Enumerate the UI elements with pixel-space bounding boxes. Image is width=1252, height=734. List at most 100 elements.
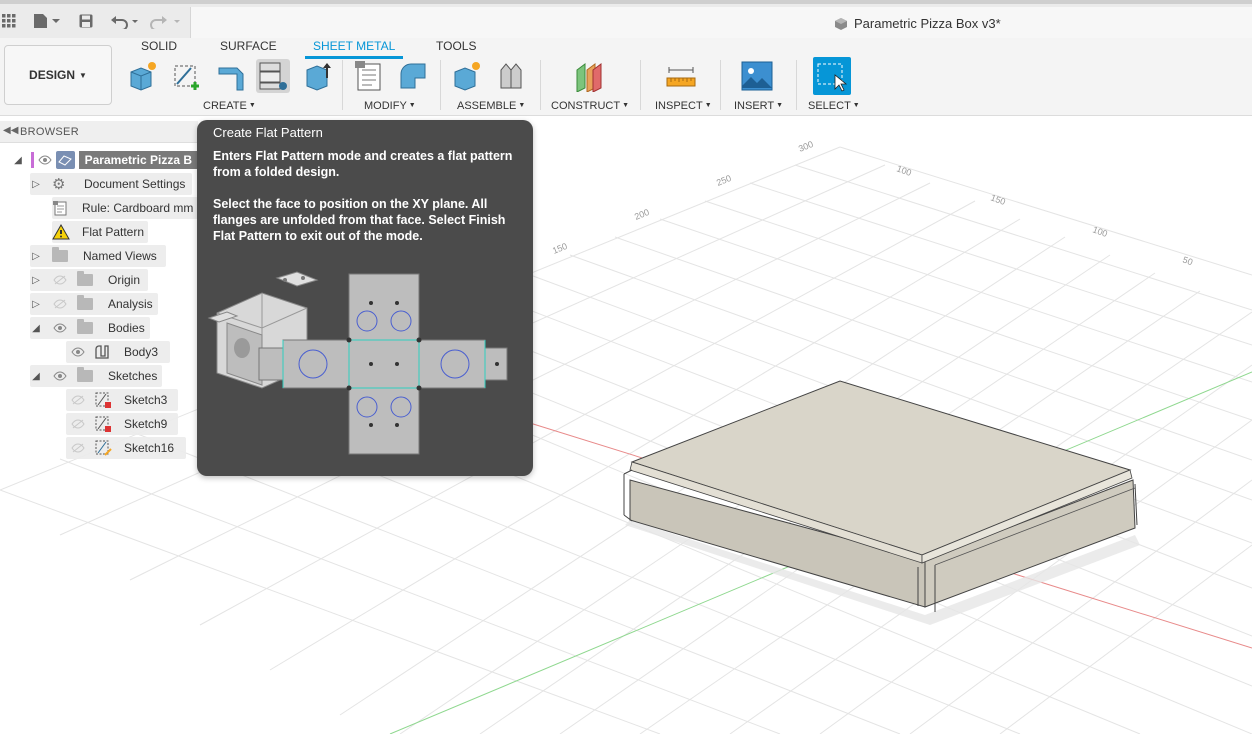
grid-label: 100 [895, 163, 913, 178]
eye-hidden-icon[interactable] [70, 442, 86, 454]
node-label: Body3 [124, 345, 159, 359]
sketch-locked-icon [94, 415, 112, 433]
toolbar-separator [540, 60, 541, 110]
unfold-tool[interactable] [396, 59, 430, 93]
insert-canvas-tool[interactable] [740, 59, 774, 93]
browser-node-sketches[interactable]: ◢ Sketches [30, 365, 162, 387]
sheet-metal-rules-tool[interactable] [352, 59, 386, 93]
measure-tool[interactable] [664, 59, 698, 93]
pizza-box-model[interactable] [623, 380, 1140, 625]
create-group-label[interactable]: CREATE ▼ [203, 100, 256, 112]
sheet-metal-rule-icon [52, 200, 70, 216]
expand-arrow-icon[interactable]: ▷ [30, 178, 42, 190]
inspect-group-label[interactable]: INSPECT ▼ [655, 100, 712, 112]
warning-icon [52, 224, 70, 240]
root-node-label: Parametric Pizza B [78, 151, 199, 169]
new-component-assemble-tool[interactable] [450, 59, 484, 93]
joint-tool[interactable] [494, 59, 528, 93]
flange-icon [218, 67, 244, 91]
eye-hidden-icon[interactable] [70, 394, 86, 406]
node-label: Analysis [108, 297, 153, 311]
eye-icon[interactable] [70, 346, 86, 358]
unfold-icon [400, 63, 426, 89]
browser-title: BROWSER [20, 126, 79, 138]
file-menu-icon[interactable] [32, 10, 62, 32]
redo-icon[interactable] [150, 10, 182, 32]
folder-icon [77, 295, 93, 310]
folder-icon [77, 367, 93, 382]
browser-root-node[interactable]: ◢ Parametric Pizza B [12, 149, 199, 171]
assemble-group-label[interactable]: ASSEMBLE ▼ [457, 100, 525, 112]
browser-node-bodies[interactable]: ◢ Bodies [30, 317, 150, 339]
sketch-locked-icon [94, 391, 112, 409]
sketch-edit-icon [94, 439, 112, 457]
node-label: Sketch3 [124, 393, 168, 407]
select-window-icon [817, 63, 848, 92]
create-sketch-tool[interactable] [170, 59, 204, 93]
node-label: Flat Pattern [82, 225, 145, 239]
eye-icon[interactable] [38, 154, 52, 166]
browser-node-origin[interactable]: ▷ Origin [30, 269, 148, 291]
browser-node-analysis[interactable]: ▷ Analysis [30, 293, 158, 315]
title-bar: Parametric Pizza Box v3* [0, 0, 1252, 42]
document-title-text: Parametric Pizza Box v3* [854, 16, 1001, 31]
rules-icon [355, 61, 381, 91]
expand-arrow-icon[interactable]: ▷ [30, 274, 42, 286]
tab-surface[interactable]: SURFACE [220, 39, 277, 55]
browser-node-sketch9[interactable]: Sketch9 [66, 413, 178, 435]
convert-tool[interactable] [300, 59, 334, 93]
workspace-switcher[interactable]: DESIGN ▼ [4, 45, 112, 105]
component-icon [835, 17, 847, 30]
insert-group-label[interactable]: INSERT ▼ [734, 100, 783, 112]
select-group-label[interactable]: SELECT ▼ [808, 100, 860, 112]
new-component-tool[interactable] [126, 59, 160, 93]
expand-triangle-icon[interactable]: ◢ [12, 154, 24, 166]
modify-group-label[interactable]: MODIFY ▼ [364, 100, 416, 112]
collapse-triangle-icon[interactable]: ◢ [30, 370, 42, 382]
select-tool[interactable] [813, 57, 851, 95]
tab-solid[interactable]: SOLID [141, 39, 177, 55]
grid-label: 50 [1181, 254, 1194, 267]
node-label: Bodies [108, 321, 145, 335]
convert-icon [306, 63, 331, 91]
folder-icon [77, 271, 93, 286]
collapse-triangle-icon[interactable]: ◢ [30, 322, 42, 334]
toolbar-separator [796, 60, 797, 110]
gear-icon: ⚙ [52, 176, 66, 193]
joint-icon [500, 63, 522, 89]
save-icon[interactable] [78, 10, 94, 32]
browser-node-sketch16[interactable]: Sketch16 [66, 437, 186, 459]
browser-node-named-views[interactable]: ▷ Named Views [30, 245, 166, 267]
eye-hidden-icon[interactable] [70, 418, 86, 430]
create-flat-pattern-tool[interactable] [256, 59, 290, 93]
sheet-metal-body-icon [94, 344, 110, 360]
tab-tools[interactable]: TOOLS [436, 39, 476, 55]
eye-icon[interactable] [52, 370, 68, 382]
tab-sheet-metal[interactable]: SHEET METAL [304, 39, 404, 59]
toolbar-separator [440, 60, 441, 110]
eye-icon[interactable] [52, 322, 68, 334]
expand-arrow-icon[interactable]: ▷ [30, 298, 42, 310]
flange-tool[interactable] [214, 59, 248, 93]
undo-icon[interactable] [110, 10, 140, 32]
measure-icon [666, 67, 696, 87]
workspace-label: DESIGN [29, 68, 76, 82]
construct-group-label[interactable]: CONSTRUCT ▼ [551, 100, 629, 112]
document-tab[interactable] [190, 7, 1252, 42]
app-grid-icon[interactable] [2, 10, 16, 32]
expand-arrow-icon[interactable]: ▷ [30, 250, 42, 262]
tooltip-create-flat-pattern: Create Flat Pattern Enters Flat Pattern … [197, 120, 533, 476]
node-label: Named Views [83, 249, 157, 263]
browser-node-flat-pattern[interactable]: Flat Pattern [52, 221, 148, 243]
eye-hidden-icon[interactable] [52, 298, 68, 310]
browser-node-rule[interactable]: Rule: Cardboard mm [52, 197, 198, 219]
eye-hidden-icon[interactable] [52, 274, 68, 286]
insert-image-icon [741, 61, 773, 91]
collapse-panel-icon[interactable]: ◀◀ [3, 125, 18, 136]
offset-plane-tool[interactable] [572, 59, 606, 93]
toolbar-separator [640, 60, 641, 110]
browser-node-body3[interactable]: Body3 [66, 341, 170, 363]
browser-node-sketch3[interactable]: Sketch3 [66, 389, 178, 411]
grid-label: 300 [797, 139, 815, 154]
browser-node-document-settings[interactable]: ▷ ⚙ Document Settings [30, 173, 192, 195]
